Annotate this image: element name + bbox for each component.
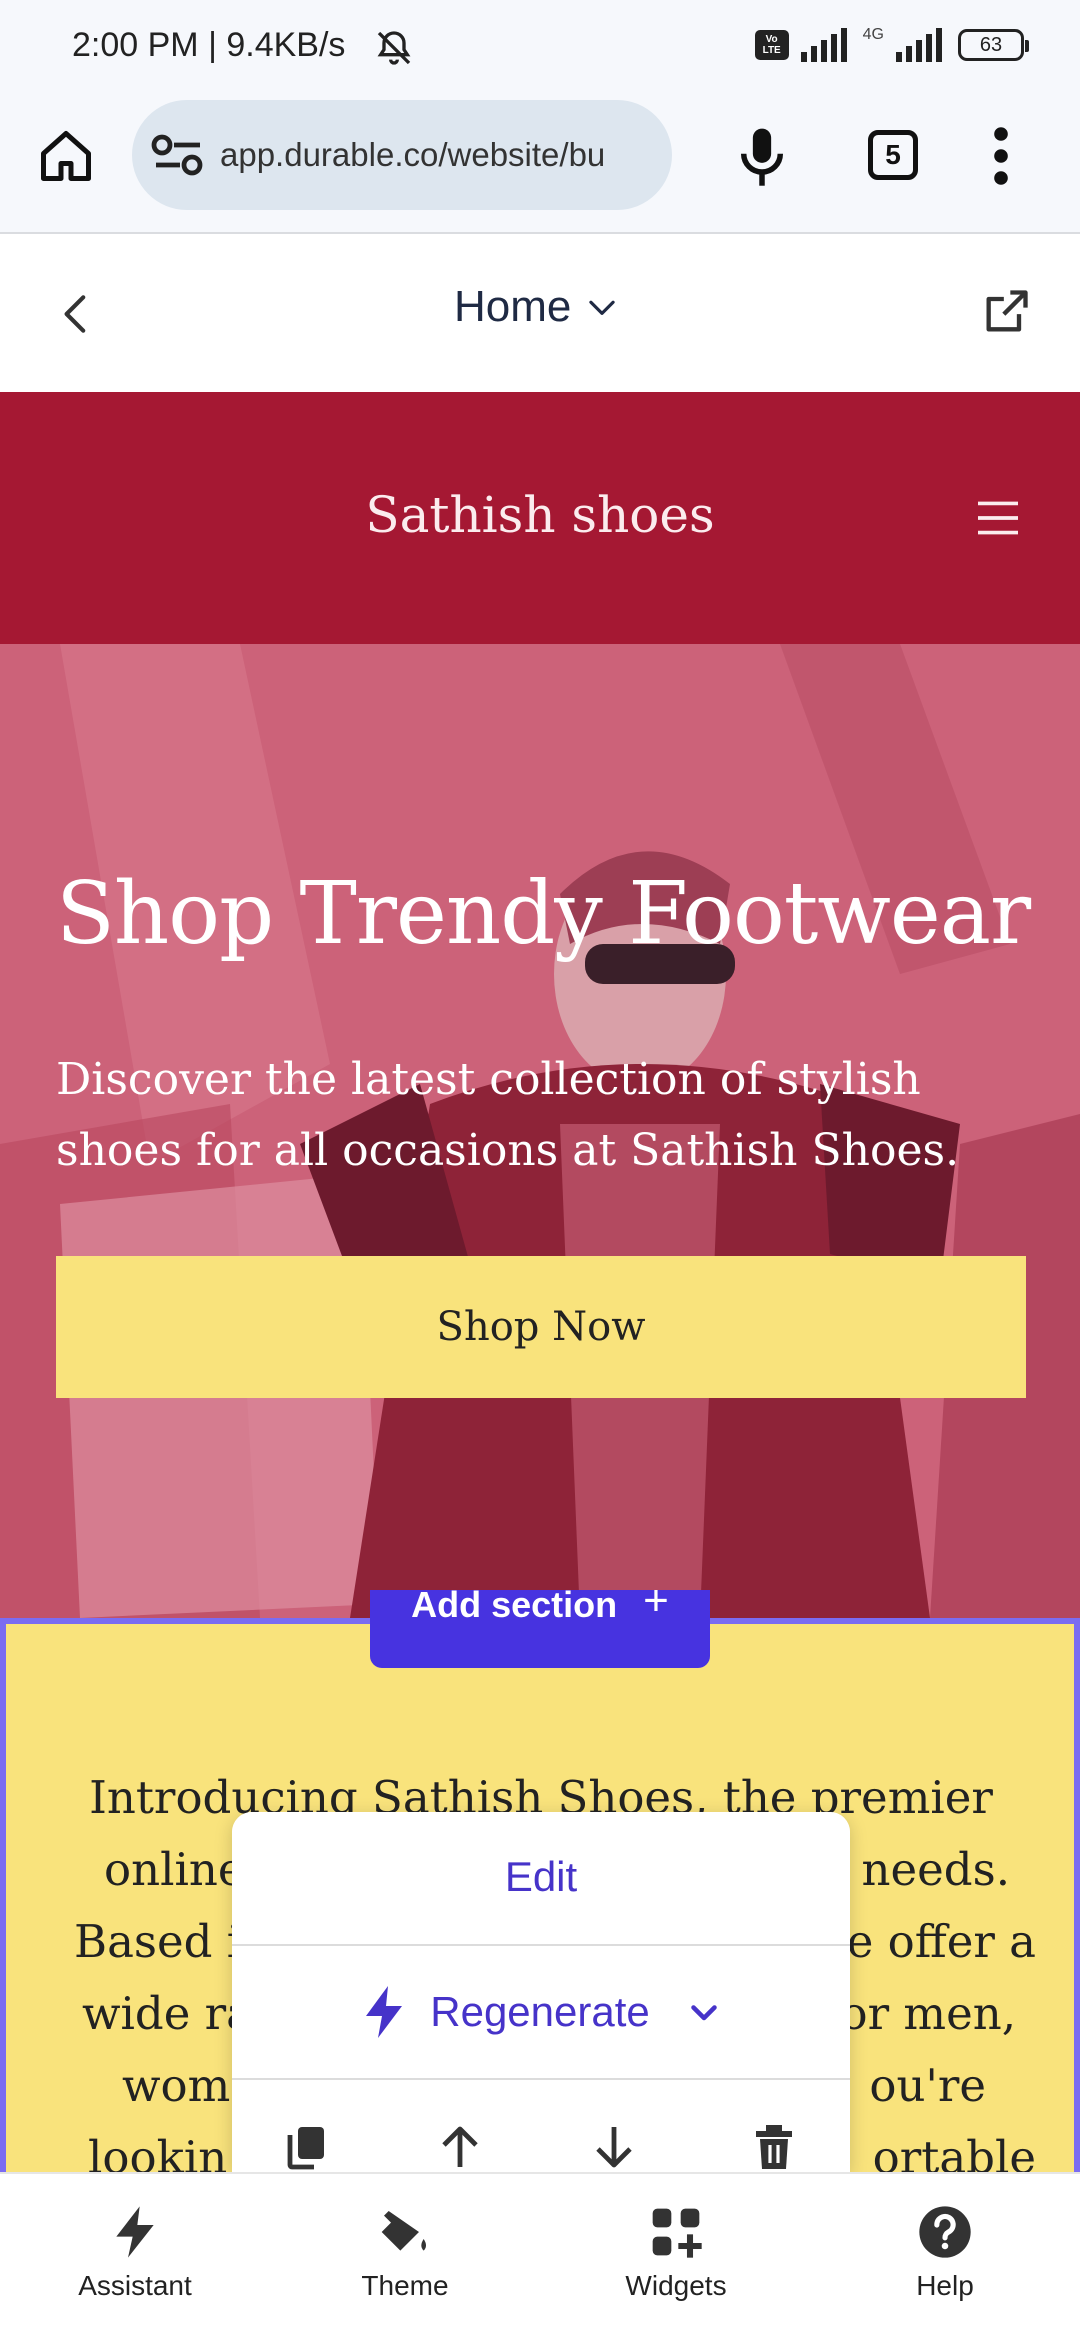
network-type: 4G [862, 26, 884, 43]
section-actions-popup: Edit Regenerate [232, 1812, 850, 2172]
hamburger-menu-icon[interactable] [976, 498, 1020, 538]
move-up-icon[interactable] [436, 2122, 484, 2172]
about-line-fragment: ortable [872, 2131, 1036, 2172]
plus-icon: + [643, 1590, 669, 1625]
nav-help-label: Help [916, 2270, 974, 2301]
bottom-navigation: Assistant Theme Widgets Help [0, 2172, 1080, 2340]
page-selector-label: Home [454, 282, 572, 331]
back-chevron-icon[interactable] [52, 286, 102, 342]
status-indicators: Vo LTE 4G 63 [754, 26, 1029, 62]
editor-header: Home [0, 236, 1080, 392]
duplicate-icon[interactable] [282, 2122, 330, 2172]
about-line-fragment: ou're [869, 2059, 986, 2112]
site-title[interactable]: Sathish shoes [0, 486, 1080, 544]
paint-bucket-icon [381, 2211, 426, 2251]
microphone-icon[interactable] [734, 124, 790, 188]
bolt-icon [366, 1986, 403, 2038]
about-line-fragment: online [104, 1843, 245, 1896]
nav-theme[interactable]: Theme [305, 2204, 505, 2302]
url-text: app.durable.co/website/bu [220, 136, 606, 173]
tab-switcher-button[interactable]: 5 [868, 130, 918, 180]
status-bar: 2:00 PM | 9.4KB/s Vo LTE 4G 63 [0, 0, 1080, 96]
nav-help[interactable]: Help [845, 2204, 1045, 2302]
add-section-button[interactable]: Add section + [370, 1590, 710, 1668]
about-line-fragment: or men, [840, 1987, 1017, 2040]
more-options-icon[interactable] [986, 126, 1016, 186]
about-line-fragment: lookin [88, 2131, 228, 2172]
chevron-down-icon [589, 300, 616, 315]
page-selector[interactable]: Home [454, 282, 621, 332]
open-external-icon[interactable] [980, 286, 1032, 338]
address-bar[interactable]: app.durable.co/website/bu [132, 100, 672, 210]
hero-section[interactable]: Shop Trendy Footwear Discover the latest… [0, 644, 1080, 1618]
about-line-fragment: e offer a [846, 1915, 1036, 1968]
delete-icon[interactable] [750, 2122, 798, 2172]
volte-icon: Vo LTE [754, 30, 789, 60]
regenerate-button[interactable]: Regenerate [232, 1946, 850, 2080]
nav-assistant-label: Assistant [78, 2270, 192, 2301]
section-action-bar [232, 2080, 850, 2172]
site-header: Sathish shoes [0, 392, 1080, 644]
help-icon [919, 2206, 971, 2258]
move-down-icon[interactable] [590, 2122, 638, 2172]
nav-assistant[interactable]: Assistant [35, 2204, 235, 2302]
widgets-icon [652, 2208, 702, 2258]
nav-widgets[interactable]: Widgets [576, 2204, 776, 2302]
bolt-icon [116, 2206, 154, 2258]
signal-icon-2 [896, 28, 942, 62]
shop-now-button[interactable]: Shop Now [56, 1256, 1026, 1398]
signal-icon [800, 28, 847, 62]
muted-bell-icon [377, 31, 411, 65]
hero-subtitle[interactable]: Discover the latest collection of stylis… [56, 1044, 1016, 1186]
nav-theme-label: Theme [361, 2270, 449, 2301]
nav-widgets-label: Widgets [625, 2270, 727, 2301]
about-line-fragment: wide ra [82, 1987, 253, 2040]
site-settings-icon[interactable] [150, 130, 206, 180]
hero-title[interactable]: Shop Trendy Footwear [56, 864, 1031, 964]
edit-button[interactable]: Edit [232, 1812, 850, 1946]
home-icon[interactable] [36, 126, 96, 186]
status-time: 2:00 PM | 9.4KB/s [72, 26, 346, 64]
about-line-fragment: wom [122, 2059, 231, 2112]
add-section-label: Add section [411, 1590, 618, 1625]
chevron-down-icon[interactable] [686, 1994, 722, 2030]
battery-icon: 63 [958, 29, 1029, 61]
about-line-fragment: needs. [861, 1843, 1010, 1896]
browser-toolbar: app.durable.co/website/bu 5 [0, 96, 1080, 234]
regenerate-label: Regenerate [430, 1988, 650, 2035]
